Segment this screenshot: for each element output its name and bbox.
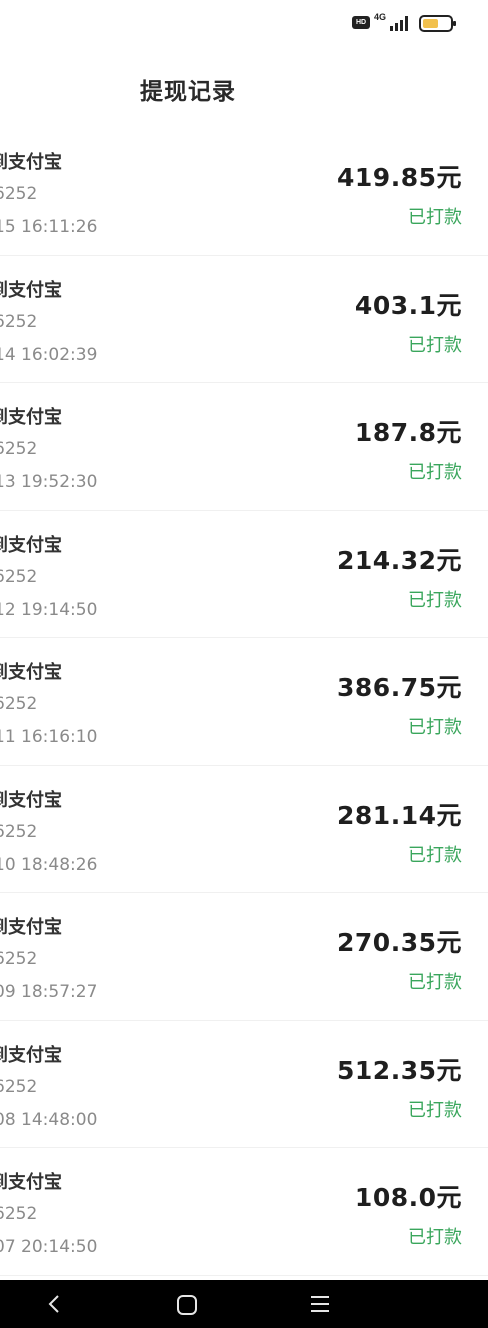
record-row[interactable]: 到支付宝 6252 09 18:57:27 270.35元已打款 bbox=[0, 893, 488, 1021]
record-account: 6252 bbox=[0, 694, 38, 714]
record-time: 12 19:14:50 bbox=[0, 599, 98, 620]
battery-icon bbox=[419, 15, 456, 32]
record-amount: 187.8元 bbox=[354, 418, 462, 447]
record-label: 到支付宝 bbox=[0, 1044, 62, 1066]
record-status: 已打款 bbox=[408, 462, 462, 483]
record-amount: 419.85元 bbox=[337, 163, 462, 192]
record-amount: 386.75元 bbox=[337, 673, 462, 702]
record-account: 6252 bbox=[0, 949, 38, 969]
record-status: 已打款 bbox=[408, 844, 462, 866]
record-amount: 281.14元 bbox=[337, 800, 462, 830]
record-label: 到支付宝 bbox=[0, 152, 62, 173]
record-account: 6252 bbox=[0, 1076, 38, 1097]
record-amount: 512.35元 bbox=[337, 1055, 462, 1085]
record-amount: 108.0元 bbox=[354, 1183, 462, 1212]
record-row[interactable]: 到支付宝 6252 15 16:11:26 419.85元已打款 bbox=[0, 128, 488, 256]
home-icon[interactable] bbox=[176, 1294, 198, 1316]
record-account: 6252 bbox=[0, 439, 38, 459]
record-status: 已打款 bbox=[408, 972, 462, 993]
record-row[interactable]: 到支付宝 6252 13 19:52:30 187.8元已打款 bbox=[0, 383, 488, 511]
record-label: 到支付宝 bbox=[0, 407, 62, 428]
record-status: 已打款 bbox=[408, 717, 462, 738]
back-icon[interactable] bbox=[44, 1294, 64, 1314]
record-account: 6252 bbox=[0, 566, 38, 587]
record-label: 到支付宝 bbox=[0, 662, 62, 683]
record-time: 13 19:52:30 bbox=[0, 472, 98, 492]
record-row[interactable]: 到支付宝 6252 11 16:16:10 386.75元已打款 bbox=[0, 638, 488, 766]
system-nav-bar bbox=[0, 1280, 488, 1328]
record-account: 6252 bbox=[0, 821, 38, 842]
record-status: 已打款 bbox=[408, 1227, 462, 1248]
menu-icon[interactable] bbox=[308, 1294, 332, 1314]
record-time: 10 18:48:26 bbox=[0, 854, 98, 875]
record-row[interactable]: 到支付宝 6252 10 18:48:26 281.14元已打款 bbox=[0, 766, 488, 893]
page-title: 提现记录 bbox=[140, 79, 236, 105]
record-time: 11 16:16:10 bbox=[0, 727, 98, 747]
status-bar: HD 4G bbox=[0, 0, 488, 48]
record-time: 07 20:14:50 bbox=[0, 1237, 98, 1257]
record-amount: 270.35元 bbox=[337, 928, 462, 957]
record-row[interactable]: 到支付宝 6252 12 19:14:50 214.32元已打款 bbox=[0, 511, 488, 638]
record-time: 15 16:11:26 bbox=[0, 217, 98, 237]
record-time: 09 18:57:27 bbox=[0, 982, 98, 1002]
signal-icon bbox=[390, 16, 408, 31]
hd-icon: HD bbox=[352, 16, 370, 29]
record-row[interactable]: 到支付宝 6252 08 14:48:00 512.35元已打款 bbox=[0, 1021, 488, 1148]
record-account: 6252 bbox=[0, 184, 38, 204]
record-label: 到支付宝 bbox=[0, 1172, 62, 1193]
record-row[interactable]: 到支付宝 6252 07 20:14:50 108.0元已打款 bbox=[0, 1148, 488, 1276]
record-time: 08 14:48:00 bbox=[0, 1109, 98, 1130]
record-label: 到支付宝 bbox=[0, 917, 62, 938]
record-time: 14 16:02:39 bbox=[0, 344, 98, 365]
record-status: 已打款 bbox=[408, 1099, 462, 1121]
record-amount: 403.1元 bbox=[354, 290, 462, 320]
record-status: 已打款 bbox=[408, 589, 462, 611]
record-label: 到支付宝 bbox=[0, 789, 62, 811]
record-status: 已打款 bbox=[408, 207, 462, 228]
withdrawal-record-list: 到支付宝625215 16:11:26419.85元已打款到支付宝625214 … bbox=[0, 128, 488, 1276]
record-account: 6252 bbox=[0, 311, 38, 332]
title-bar: 提现记录 bbox=[0, 60, 488, 118]
record-amount: 214.32元 bbox=[337, 545, 462, 575]
record-row[interactable]: 到支付宝 6252 14 16:02:39 403.1元已打款 bbox=[0, 256, 488, 383]
record-status: 已打款 bbox=[408, 334, 462, 356]
record-label: 到支付宝 bbox=[0, 279, 62, 301]
record-label: 到支付宝 bbox=[0, 534, 62, 556]
record-account: 6252 bbox=[0, 1204, 38, 1224]
